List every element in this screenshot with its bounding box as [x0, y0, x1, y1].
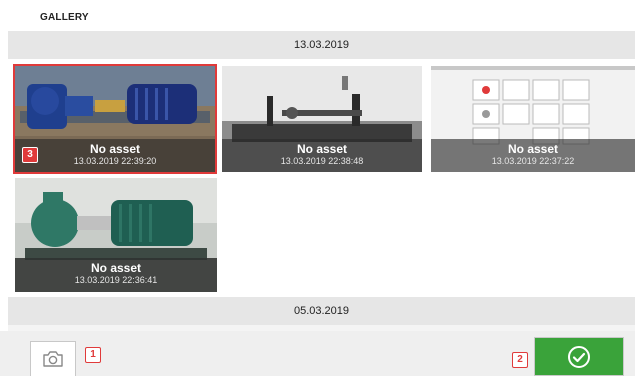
timestamp-label: 13.03.2019 22:36:41: [74, 275, 158, 285]
page-title: GALLERY: [40, 12, 89, 23]
checkmark-circle-icon: [568, 345, 590, 368]
camera-icon: [43, 351, 63, 367]
confirm-button[interactable]: [534, 337, 624, 376]
date-header: 13.03.2019: [8, 31, 635, 59]
date-header: 05.03.2019: [8, 297, 635, 325]
asset-label: No asset: [90, 261, 142, 275]
thumbnail-caption: No asset 13.03.2019 22:36:41: [15, 258, 217, 292]
asset-label: No asset: [296, 142, 348, 156]
timestamp-label: 13.03.2019 22:39:20: [73, 156, 157, 166]
callout-badge-1: 1: [85, 347, 101, 363]
thumbnail-caption: No asset 13.03.2019 22:38:48: [222, 139, 422, 172]
date-header-label: 05.03.2019: [293, 305, 350, 317]
date-header-label: 13.03.2019: [293, 39, 350, 51]
asset-label: No asset: [89, 142, 141, 156]
gallery-list[interactable]: 13.03.2019 No asset 13.03.2019 22:39:20 …: [8, 31, 635, 331]
gallery-thumbnail[interactable]: No asset 13.03.2019 22:37:22: [431, 66, 635, 172]
callout-badge-3: 3: [22, 147, 38, 163]
timestamp-label: 13.03.2019 22:37:22: [491, 156, 575, 166]
thumbnail-caption: No asset 13.03.2019 22:37:22: [431, 139, 635, 172]
gallery-thumbnail[interactable]: No asset 13.03.2019 22:36:41: [15, 178, 217, 292]
camera-button[interactable]: [30, 341, 76, 376]
asset-label: No asset: [507, 142, 559, 156]
callout-badge-2: 2: [512, 352, 528, 368]
timestamp-label: 13.03.2019 22:38:48: [280, 156, 364, 166]
gallery-grid: No asset 13.03.2019 22:39:20 3 No asset …: [8, 59, 635, 297]
gallery-thumbnail[interactable]: No asset 13.03.2019 22:38:48: [222, 66, 422, 172]
thumbnail-caption: No asset 13.03.2019 22:39:20: [15, 139, 215, 172]
gallery-thumbnail[interactable]: No asset 13.03.2019 22:39:20 3: [13, 64, 217, 174]
